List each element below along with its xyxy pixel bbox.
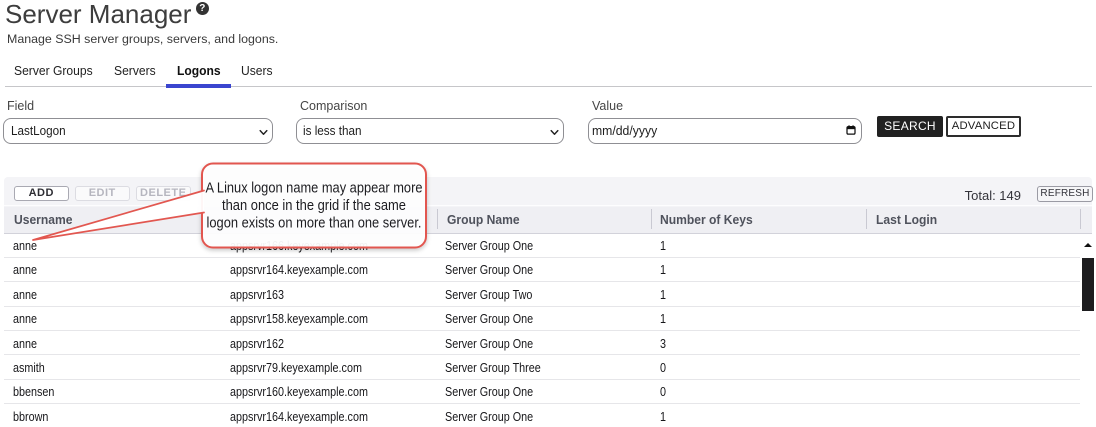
svg-text:logon exists on more than one: logon exists on more than one server. <box>207 216 422 232</box>
svg-text:A Linux logon name may appear: A Linux logon name may appear more <box>206 181 423 197</box>
svg-text:than once in the grid if the s: than once in the grid if the same <box>222 198 406 214</box>
